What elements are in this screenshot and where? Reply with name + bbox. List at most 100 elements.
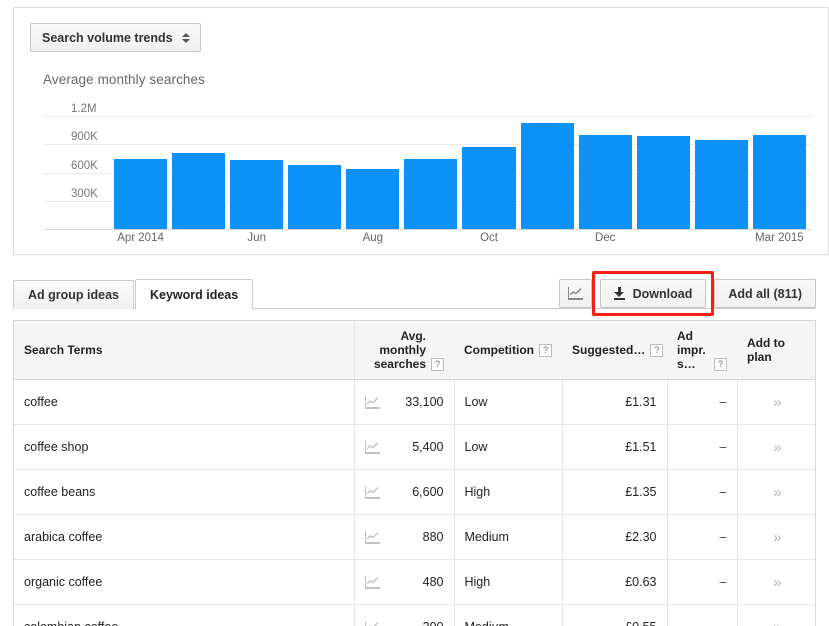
table-header-row: Search Terms Avg. monthly searches? Compet…	[14, 321, 815, 380]
table-header-competition[interactable]: Competition?	[454, 321, 562, 380]
table-header-add-to-plan[interactable]: Add to plan	[737, 321, 815, 380]
chart-x-axis-labels: Apr 2014 Jun Aug Oct Dec Mar 2015	[114, 232, 806, 252]
help-icon[interactable]: ?	[650, 344, 664, 357]
chart-axis-title: Average monthly searches	[43, 72, 205, 87]
table-row[interactable]: coffee shop 5,400 Low £1.51– »	[14, 424, 815, 470]
cell-add-to-plan[interactable]: »	[737, 469, 815, 515]
chart-bar[interactable]	[114, 159, 168, 229]
help-icon[interactable]: ?	[431, 358, 444, 371]
cell-competition: High	[454, 469, 563, 515]
ideas-tabs: Ad group ideas Keyword ideas	[13, 279, 254, 309]
help-icon[interactable]: ?	[539, 344, 552, 357]
page-root: Search volume trends Average monthly sea…	[0, 0, 829, 626]
table-row[interactable]: organic coffee 480 High £0.63– »	[14, 559, 815, 605]
chart-x-tick-label	[288, 232, 341, 252]
cell-search-term: coffee	[14, 379, 355, 425]
table-row[interactable]: colombian coffee 390 Medium£0.55– »	[14, 604, 815, 626]
cell-add-to-plan[interactable]: »	[737, 604, 815, 626]
download-button-wrapper: Download	[591, 271, 715, 316]
tab-label: Ad group ideas	[28, 288, 119, 302]
chart-x-tick-label	[637, 232, 690, 252]
line-chart-icon[interactable]	[364, 620, 380, 626]
table-row[interactable]: coffee 33,100 Low £1.31– »	[14, 379, 815, 425]
chart-bar[interactable]	[578, 134, 632, 229]
cell-competition: Low	[454, 424, 563, 470]
chart-x-tick-label	[521, 232, 574, 252]
chart-toggle-button[interactable]	[558, 279, 592, 308]
keyword-ideas-table-wrapper: Search Terms Avg. monthly searches? Compet…	[13, 320, 816, 626]
search-volume-trends-select[interactable]: Search volume trends	[30, 23, 201, 52]
cell-ad-impr-share: –	[667, 604, 738, 626]
add-to-plan-chevron-icon[interactable]: »	[773, 529, 781, 546]
chart-baseline	[44, 229, 812, 230]
chart-x-tick-label: Jun	[247, 232, 266, 244]
chart-bar[interactable]	[346, 168, 400, 229]
line-chart-icon[interactable]	[364, 440, 380, 454]
cell-avg-monthly-searches: 880	[354, 514, 455, 560]
tab-label: Keyword ideas	[149, 287, 239, 302]
add-all-button-label: Add all (811)	[728, 286, 802, 301]
cell-competition: Low	[454, 379, 563, 425]
cell-suggested-bid: £1.31	[562, 379, 668, 425]
table-header-search-terms[interactable]: Search Terms	[14, 321, 355, 380]
chart-x-tick-label: Apr 2014	[117, 232, 164, 244]
table-header-suggested[interactable]: Suggested…?	[562, 321, 667, 380]
cell-competition: High	[454, 559, 563, 605]
chart-x-tick-label: Mar 2015	[755, 232, 804, 244]
add-to-plan-chevron-icon[interactable]: »	[773, 619, 781, 626]
line-chart-icon[interactable]	[364, 395, 380, 409]
table-header-ad-impr-s[interactable]: Ad impr. s…?	[667, 321, 737, 380]
table-header-avg-monthly-searches[interactable]: Avg. monthly searches?	[354, 321, 454, 380]
cell-search-term: coffee shop	[14, 424, 355, 470]
chart-x-tick-label	[404, 232, 457, 252]
updown-arrows-icon	[181, 32, 190, 43]
chart-x-tick-label	[172, 232, 225, 252]
add-to-plan-chevron-icon[interactable]: »	[773, 574, 781, 591]
line-chart-icon	[567, 287, 583, 300]
add-to-plan-chevron-icon[interactable]: »	[773, 439, 781, 456]
add-to-plan-chevron-icon[interactable]: »	[773, 394, 781, 411]
chart-x-tick-label	[695, 232, 748, 252]
chart-bar[interactable]	[462, 147, 516, 229]
chart-bar[interactable]	[752, 134, 806, 229]
chart-bar[interactable]	[230, 160, 284, 229]
cell-add-to-plan[interactable]: »	[737, 559, 815, 605]
line-chart-icon[interactable]	[364, 575, 380, 589]
help-icon[interactable]: ?	[714, 358, 727, 371]
add-to-plan-chevron-icon[interactable]: »	[773, 484, 781, 501]
table-header-label: Ad impr. s…	[677, 329, 706, 371]
searches-value: 33,100	[405, 395, 444, 409]
chart-bar[interactable]	[288, 165, 342, 229]
table-row[interactable]: arabica coffee 880 Medium £2.30– »	[14, 514, 815, 560]
add-all-button[interactable]: Add all (811)	[714, 279, 816, 308]
download-arrow-icon	[613, 287, 625, 300]
tab-keyword-ideas[interactable]: Keyword ideas	[134, 279, 254, 309]
chart-bars	[114, 94, 806, 229]
line-chart-icon[interactable]	[364, 485, 380, 499]
chart-y-tick-label: 600K	[71, 159, 98, 172]
cell-avg-monthly-searches: 33,100	[354, 379, 455, 425]
table-row[interactable]: coffee beans 6,600 High £1.35– »	[14, 469, 815, 515]
tab-ad-group-ideas[interactable]: Ad group ideas	[13, 280, 134, 309]
download-button[interactable]: Download	[599, 279, 707, 308]
cell-avg-monthly-searches: 390	[354, 604, 455, 626]
cell-suggested-bid: £0.63	[562, 559, 668, 605]
cell-add-to-plan[interactable]: »	[737, 379, 815, 425]
line-chart-icon[interactable]	[364, 530, 380, 544]
cell-add-to-plan[interactable]: »	[737, 424, 815, 470]
chart-bar[interactable]	[404, 159, 458, 229]
cell-search-term: colombian coffee	[14, 604, 355, 626]
chart-y-tick-label: 900K	[71, 131, 98, 144]
chart-bar[interactable]	[694, 139, 748, 229]
cell-ad-impr-share: –	[667, 559, 738, 605]
cell-ad-impr-share: –	[667, 514, 738, 560]
search-volume-trends-select-label: Search volume trends	[42, 30, 173, 45]
cell-avg-monthly-searches: 480	[354, 559, 455, 605]
table-header-label: Add to plan	[747, 336, 785, 364]
cell-add-to-plan[interactable]: »	[737, 514, 815, 560]
chart-bar[interactable]	[636, 135, 690, 229]
chart-bar[interactable]	[520, 122, 574, 229]
chart-bar[interactable]	[172, 152, 226, 229]
searches-value: 6,600	[412, 485, 444, 499]
cell-competition: Medium	[454, 514, 563, 560]
